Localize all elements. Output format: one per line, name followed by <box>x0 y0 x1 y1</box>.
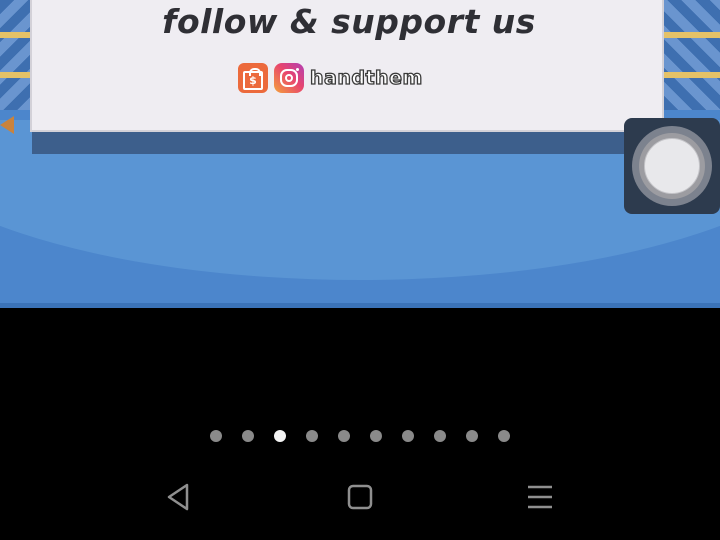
page-dot[interactable] <box>210 430 222 442</box>
menu-button[interactable] <box>520 480 560 514</box>
page-dot[interactable] <box>370 430 382 442</box>
page-dot[interactable] <box>306 430 318 442</box>
promo-card: follow & support us $ handthem <box>30 0 664 132</box>
social-row: $ handthem <box>238 62 423 94</box>
instagram-icon <box>274 63 304 93</box>
page-dot[interactable] <box>242 430 254 442</box>
page-dot[interactable] <box>434 430 446 442</box>
left-pattern <box>0 0 30 110</box>
back-icon <box>167 483 189 511</box>
page-dot-active[interactable] <box>274 430 286 442</box>
page-dot[interactable] <box>498 430 510 442</box>
right-pattern <box>664 0 720 110</box>
assistive-touch-button[interactable] <box>624 118 720 214</box>
arrow-left-icon <box>0 116 14 134</box>
assistive-touch-icon <box>644 138 700 194</box>
back-button[interactable] <box>158 480 198 514</box>
shopping-bag-icon: $ <box>238 63 268 93</box>
navigation-bar <box>0 470 720 524</box>
page-indicator <box>0 430 720 442</box>
page-dot[interactable] <box>338 430 350 442</box>
promo-headline: follow & support us <box>162 2 536 41</box>
social-handle: handthem <box>309 66 423 89</box>
page-dot[interactable] <box>402 430 414 442</box>
page-dot[interactable] <box>466 430 478 442</box>
menu-icon <box>528 485 552 509</box>
media-frame[interactable]: follow & support us $ handthem <box>0 0 720 308</box>
media-bottom-edge <box>0 303 720 308</box>
home-button[interactable] <box>340 480 380 514</box>
home-icon <box>347 484 373 510</box>
